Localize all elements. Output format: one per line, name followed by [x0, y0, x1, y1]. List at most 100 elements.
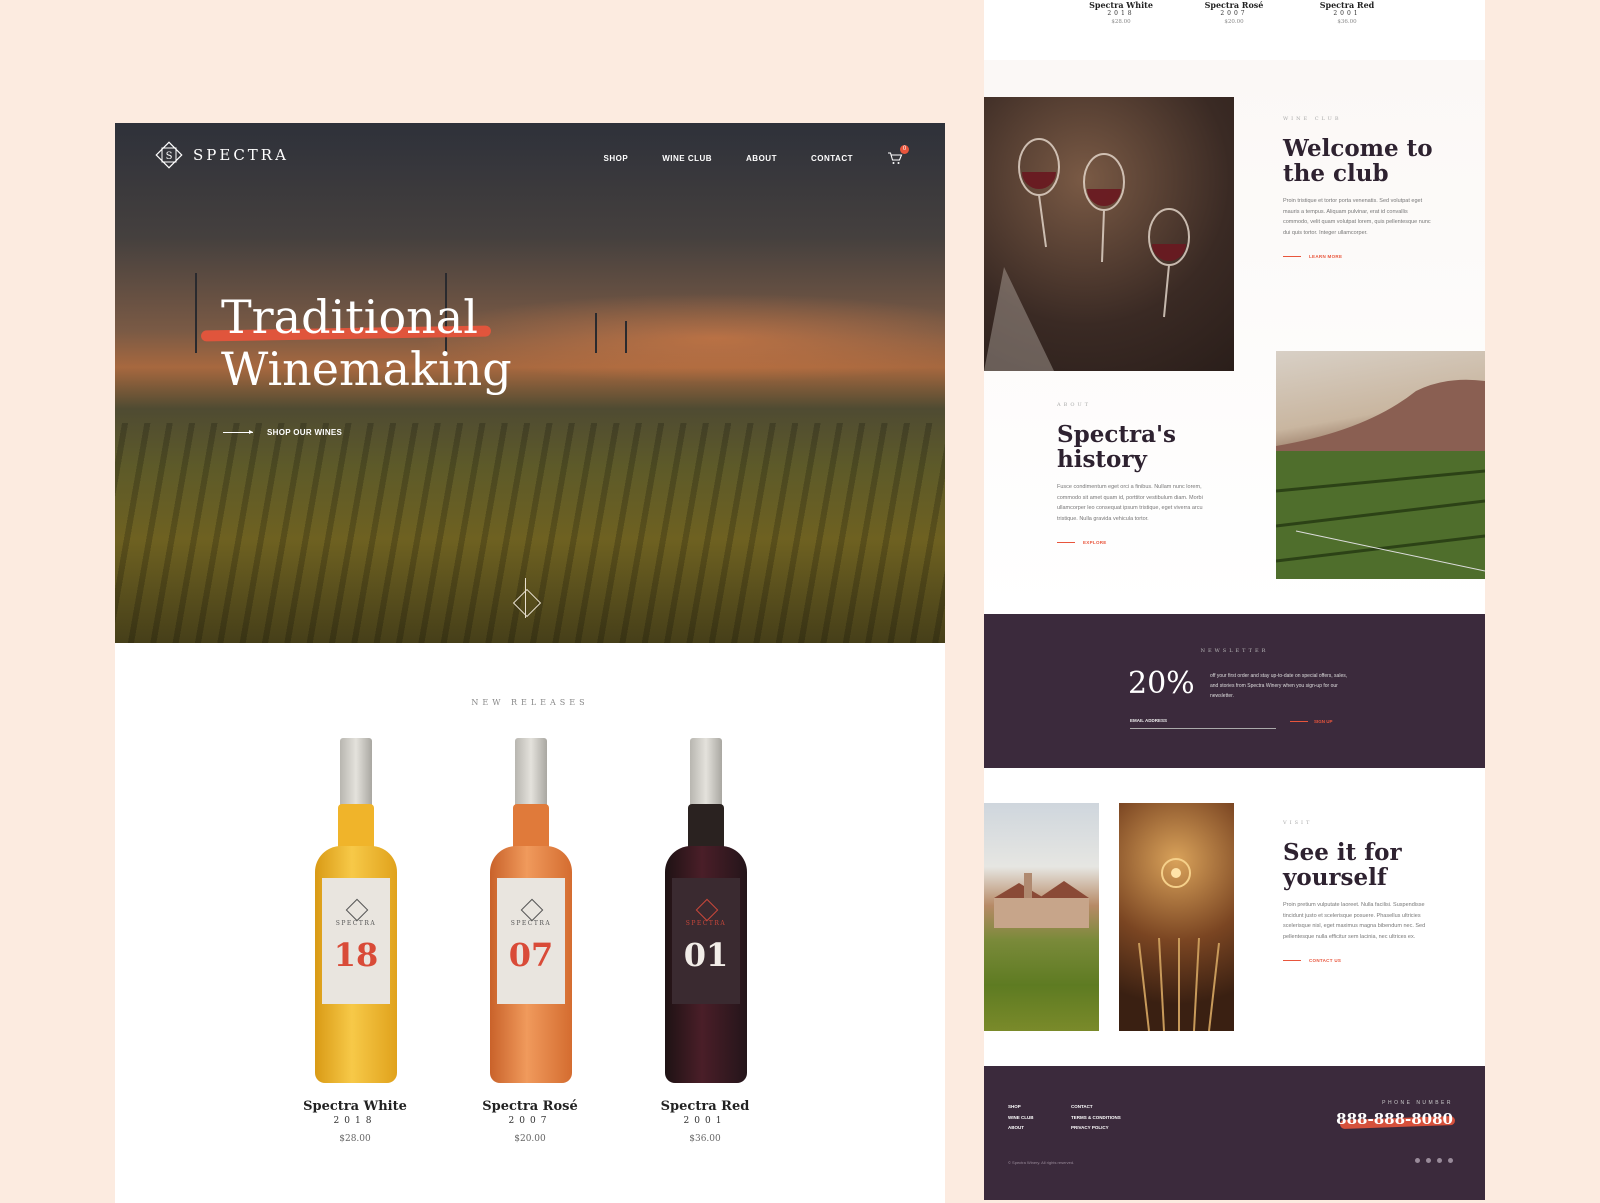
product-year: 2007 — [508, 1116, 552, 1126]
cart-count-badge: 0 — [900, 145, 909, 154]
product-name[interactable]: Spectra White — [280, 1099, 430, 1114]
learn-more-label: LEARN MORE — [1309, 254, 1343, 259]
label-logo-icon — [520, 898, 544, 922]
hero-title-line2: Winemaking — [221, 342, 512, 396]
footer-link-wine-club[interactable]: WINE CLUB — [1008, 1113, 1034, 1124]
product-name[interactable]: Spectra Red — [630, 1099, 780, 1114]
product-name: Spectra Red — [1319, 0, 1375, 10]
product-summary[interactable]: Spectra Red 2001 $36.00 — [1302, 0, 1392, 25]
explore-label: EXPLORE — [1083, 540, 1107, 545]
homepage-continued-mockup: Spectra White 2018 $28.00 Spectra Rosé 2… — [984, 0, 1485, 1200]
footer-link-contact[interactable]: CONTACT — [1071, 1102, 1121, 1113]
product-price: $36.00 — [689, 1134, 721, 1144]
logo-mark-icon: S — [155, 141, 183, 169]
sign-up-button[interactable]: SIGN UP — [1290, 719, 1333, 724]
village-photo — [984, 803, 1099, 1031]
nav-about[interactable]: ABOUT — [746, 154, 777, 163]
wine-club-eyebrow: WINE CLUB — [1283, 116, 1342, 122]
main-nav: SHOP WINE CLUB ABOUT CONTACT 0 — [604, 145, 909, 165]
shop-cta-label: SHOP OUR WINES — [267, 428, 343, 437]
footer-link-terms[interactable]: TERMS & CONDITIONS — [1071, 1113, 1121, 1124]
wine-club-title: Welcome to the club — [1283, 135, 1433, 187]
hero-section: S SPECTRA SHOP WINE CLUB ABOUT CONTACT 0… — [115, 123, 945, 643]
newsletter-description: off your first order and stay up-to-date… — [1210, 673, 1348, 699]
product-price: $20.00 — [1224, 19, 1244, 25]
product-list: SPECTRA 18 Spectra White 2018 $28.00 SPE… — [280, 738, 780, 1144]
arrow-line-icon — [1283, 256, 1301, 257]
bottle-cap — [340, 738, 372, 808]
label-brand: SPECTRA — [335, 920, 377, 927]
product-price: $28.00 — [1111, 19, 1131, 25]
product-card[interactable]: SPECTRA 07 Spectra Rosé 2007 $20.00 — [455, 738, 605, 1144]
footer-col-1: SHOP WINE CLUB ABOUT — [1008, 1102, 1034, 1134]
product-year: 2007 — [1220, 10, 1248, 17]
bottle-image[interactable]: SPECTRA 01 — [665, 738, 747, 1083]
nav-wine-club[interactable]: WINE CLUB — [662, 154, 712, 163]
label-number: 01 — [683, 936, 729, 974]
history-body: Fusce condimentum eget orci a finibus. N… — [1057, 484, 1203, 522]
wine-club-block: WINE CLUB Welcome to the club Proin tris… — [1283, 116, 1433, 259]
brand-name: SPECTRA — [193, 146, 289, 164]
chandelier-illustration — [1138, 858, 1220, 1031]
visit-body: Proin pretium vulputate laoreet. Nulla f… — [1283, 902, 1426, 940]
wind-turbine — [595, 313, 597, 353]
footer-link-about[interactable]: ABOUT — [1008, 1123, 1034, 1134]
cart-button[interactable]: 0 — [887, 145, 909, 165]
visit-block: VISIT See it for yourself Proin pretium … — [1283, 820, 1433, 963]
email-field[interactable]: EMAIL ADDRESS — [1130, 718, 1276, 729]
product-price: $20.00 — [514, 1134, 546, 1144]
contact-us-link[interactable]: CONTACT US — [1283, 958, 1433, 963]
product-year: 2001 — [1333, 10, 1361, 17]
bottle-label: SPECTRA 18 — [322, 878, 390, 1004]
footer-link-privacy[interactable]: PRIVACY POLICY — [1071, 1123, 1121, 1134]
wine-glasses-illustration — [984, 138, 1190, 371]
toast-photo — [984, 97, 1234, 371]
footer-col-2: CONTACT TERMS & CONDITIONS PRIVACY POLIC… — [1071, 1102, 1121, 1134]
nav-shop[interactable]: SHOP — [604, 154, 629, 163]
vineyard-photo — [1276, 351, 1485, 579]
wind-turbine — [195, 273, 197, 353]
footer-link-shop[interactable]: SHOP — [1008, 1102, 1034, 1113]
bottle-cap — [690, 738, 722, 808]
bottle-cap — [515, 738, 547, 808]
product-price: $28.00 — [339, 1134, 371, 1144]
product-year: 2018 — [1107, 10, 1135, 17]
product-name[interactable]: Spectra Rosé — [455, 1099, 605, 1114]
label-logo-icon — [695, 898, 719, 922]
bottle-image[interactable]: SPECTRA 07 — [490, 738, 572, 1083]
new-releases-heading: NEW RELEASES — [471, 698, 589, 707]
history-title: Spectra's history — [1057, 421, 1176, 473]
bottle-label: SPECTRA 01 — [672, 878, 740, 1004]
tasting-hall-photo — [1119, 803, 1234, 1031]
logo[interactable]: S SPECTRA — [155, 141, 289, 169]
product-card[interactable]: SPECTRA 18 Spectra White 2018 $28.00 — [280, 738, 430, 1144]
wine-club-body: Proin tristique et tortor porta venenati… — [1283, 198, 1431, 236]
product-name: Spectra White — [1089, 0, 1153, 10]
arrow-right-icon — [223, 430, 253, 434]
product-list-bottom: Spectra White 2018 $28.00 Spectra Rosé 2… — [984, 0, 1485, 60]
history-eyebrow: ABOUT — [1057, 402, 1092, 408]
arrow-line-icon — [1290, 721, 1308, 722]
wind-turbine — [625, 321, 627, 353]
twitter-icon[interactable] — [1448, 1158, 1453, 1163]
phone-label: PHONE NUMBER — [1382, 1100, 1453, 1106]
phone-number[interactable]: 888-888-8080 — [1336, 1110, 1453, 1128]
instagram-icon[interactable] — [1426, 1158, 1431, 1163]
explore-link[interactable]: EXPLORE — [1057, 540, 1207, 545]
nav-contact[interactable]: CONTACT — [811, 154, 853, 163]
bottle-image[interactable]: SPECTRA 18 — [315, 738, 397, 1083]
newsletter-eyebrow: NEWSLETTER — [1200, 648, 1269, 654]
product-summary[interactable]: Spectra Rosé 2007 $20.00 — [1189, 0, 1279, 25]
pinterest-icon[interactable] — [1437, 1158, 1442, 1163]
footer: SHOP WINE CLUB ABOUT CONTACT TERMS & CON… — [984, 1066, 1485, 1200]
cart-icon — [888, 152, 903, 164]
shop-our-wines-link[interactable]: SHOP OUR WINES — [223, 428, 342, 437]
facebook-icon[interactable] — [1415, 1158, 1420, 1163]
hero-title: Traditional Winemaking — [221, 291, 512, 395]
label-logo-icon — [345, 898, 369, 922]
product-card[interactable]: SPECTRA 01 Spectra Red 2001 $36.00 — [630, 738, 780, 1144]
village-illustration — [994, 873, 1089, 928]
sign-up-label: SIGN UP — [1314, 719, 1333, 724]
learn-more-link[interactable]: LEARN MORE — [1283, 254, 1433, 259]
product-summary[interactable]: Spectra White 2018 $28.00 — [1076, 0, 1166, 25]
